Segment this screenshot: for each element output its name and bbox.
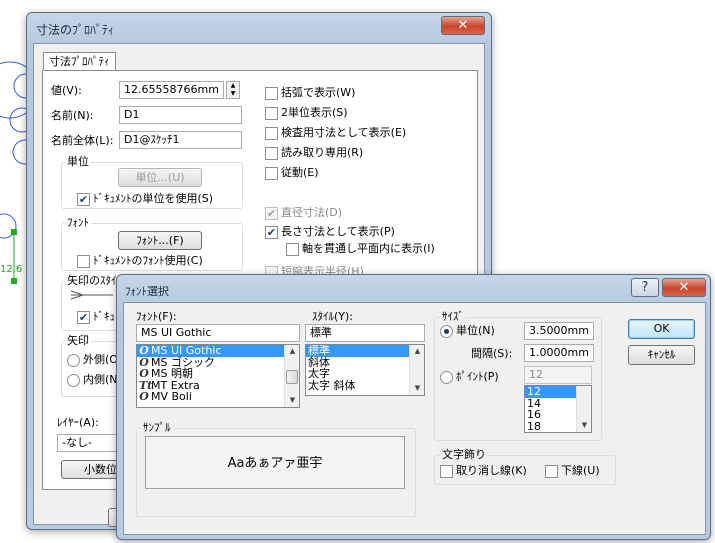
spacing-input[interactable]: 1.0000mm xyxy=(524,344,594,362)
units-group-label: 単位 xyxy=(65,155,91,168)
font-button[interactable]: ﾌｫﾝﾄ...(F) xyxy=(118,231,202,250)
arrow-inside-label: 内側(N xyxy=(83,373,118,386)
list-item-label: 太字 斜体 xyxy=(308,378,356,392)
sample-preview: Aaあぁアァ亜宇 xyxy=(145,436,405,489)
dialog-title: 寸法のﾌﾟﾛﾊﾟﾃｨ xyxy=(36,23,115,37)
strikethrough-label: 取り消し線(K) xyxy=(456,464,527,477)
list-item[interactable]: 太字 斜体 xyxy=(306,380,424,392)
arrow-doc-checkbox[interactable]: ✔ xyxy=(77,311,90,324)
cancel-button[interactable]: ｷｬﾝｾﾙ xyxy=(628,345,695,365)
strikethrough-checkbox[interactable] xyxy=(440,465,453,478)
font-type-icon: O xyxy=(139,390,149,403)
length-label: 長さ寸法として表示(P) xyxy=(281,225,395,238)
paren-label: 括弧で表示(W) xyxy=(281,86,356,99)
font-dialog-close-button[interactable]: ✕ xyxy=(662,278,706,297)
spacing-label: 間隔(S): xyxy=(471,347,513,360)
arrow-group-label: 矢印 xyxy=(65,334,91,347)
list-item-label: MV Boli xyxy=(151,390,192,403)
use-doc-units-label: ﾄﾞｷｭﾒﾝﾄの単位を使用(S) xyxy=(93,192,214,205)
inspect-checkbox[interactable] xyxy=(265,127,278,140)
fullname-input[interactable]: D1@ｽｹｯﾁ1 xyxy=(119,131,242,149)
tab-dimension-properties[interactable]: 寸法ﾌﾟﾛﾊﾟﾃｨ xyxy=(43,52,116,71)
point-label: ﾎﾟｲﾝﾄ(P) xyxy=(456,370,499,383)
layer-label: ﾚｲﾔｰ(A): xyxy=(57,416,99,429)
units-button[interactable]: 単位...(U) xyxy=(118,168,202,187)
use-doc-units-checkbox[interactable]: ✔ xyxy=(77,193,90,206)
axis-label: 軸を貫通し平面内に表示(I) xyxy=(302,242,435,255)
effects-group-label: 文字飾り xyxy=(440,448,488,461)
fullname-label: 名前全体(L): xyxy=(51,134,114,147)
arrow-doc-label: ﾄﾞｷｭ xyxy=(93,310,115,323)
use-doc-font-label: ﾄﾞｷｭﾒﾝﾄのﾌｫﾝﾄ使用(C) xyxy=(93,254,203,267)
unit-radio[interactable] xyxy=(440,325,453,338)
inspect-label: 検査用寸法として表示(E) xyxy=(281,126,407,139)
underline-label: 下線(U) xyxy=(561,464,600,477)
scroll-down-icon[interactable]: ▼ xyxy=(285,394,299,407)
value-input[interactable]: 12.65558766mm xyxy=(119,81,224,99)
size-group-label: ｻｲｽﾞ xyxy=(440,310,466,323)
font-select-dialog: ﾌｫﾝﾄ選択 ? ✕ ﾌｫﾝﾄ(F): MS UI Gothic O MS UI … xyxy=(116,274,711,540)
dual-label: 2単位表示(S) xyxy=(281,106,348,119)
readonly-checkbox[interactable] xyxy=(265,147,278,160)
font-input[interactable]: MS UI Gothic xyxy=(136,324,300,342)
close-button[interactable]: ✕ xyxy=(441,16,485,35)
style-scroll-down-icon[interactable]: ▼ xyxy=(410,382,424,395)
arrow-outside-label: 外側(O xyxy=(83,353,118,366)
point-input[interactable]: 12 xyxy=(524,366,592,384)
arrow-style-icon xyxy=(70,290,113,300)
unit-input[interactable]: 3.5000mm xyxy=(524,322,594,340)
use-doc-font-checkbox[interactable] xyxy=(77,255,90,268)
ok-button[interactable]: OK xyxy=(628,319,695,339)
list-item[interactable]: O MV Boli xyxy=(137,391,299,403)
font-type-icon: Tt xyxy=(139,378,153,392)
style-input[interactable]: 標準 xyxy=(305,324,425,342)
font-type-icon: O xyxy=(139,355,149,369)
axis-checkbox[interactable] xyxy=(286,243,299,256)
scroll-up-icon[interactable]: ▲ xyxy=(285,345,299,358)
dual-checkbox[interactable] xyxy=(265,107,278,120)
font-dialog-title: ﾌｫﾝﾄ選択 xyxy=(125,285,169,298)
diameter-checkbox[interactable]: ✔ xyxy=(265,207,278,220)
font-group-label: ﾌｫﾝﾄ xyxy=(65,216,91,229)
value-label: 値(V): xyxy=(51,84,82,97)
help-button[interactable]: ? xyxy=(631,278,659,297)
arrow-inside-radio[interactable] xyxy=(67,374,80,387)
value-spinner[interactable]: ▲ ▼ xyxy=(226,81,240,99)
point-radio[interactable] xyxy=(440,371,453,384)
scroll-thumb[interactable] xyxy=(286,370,298,384)
style-label: ｽﾀｲﾙ(Y): xyxy=(312,310,354,323)
style-list-scrollbar[interactable]: ▲ ▼ xyxy=(409,345,424,395)
length-checkbox[interactable]: ✔ xyxy=(265,226,278,239)
diameter-label: 直径寸法(D) xyxy=(281,206,343,219)
font-label: ﾌｫﾝﾄ(F): xyxy=(136,310,177,323)
name-label: 名前(N): xyxy=(51,109,94,122)
sketch-dimension-label: 12.6 xyxy=(0,264,23,275)
style-list[interactable]: 標準 斜体 太字 太字 斜体 ▲ ▼ xyxy=(305,344,425,396)
sample-group-label: ｻﾝﾌﾟﾙ xyxy=(141,421,173,434)
unit-label: 単位(N) xyxy=(456,324,495,337)
paren-checkbox[interactable] xyxy=(265,87,278,100)
underline-checkbox[interactable] xyxy=(545,465,558,478)
font-type-icon: O xyxy=(139,344,149,357)
point-scroll-down-icon[interactable]: ▼ xyxy=(577,419,591,432)
driven-label: 従動(E) xyxy=(281,166,319,179)
font-list[interactable]: O MS UI Gothic O MS ゴシック O MS 明朝 TtMT Extra O MV… xyxy=(136,344,300,408)
point-list-scrollbar[interactable]: ▼ xyxy=(576,386,591,432)
list-item-label: 18 xyxy=(527,419,541,433)
point-list[interactable]: 12 14 16 18 ▼ xyxy=(524,385,592,433)
font-list-scrollbar[interactable]: ▲ ▼ xyxy=(284,345,299,407)
style-scroll-up-icon[interactable]: ▲ xyxy=(410,345,424,358)
font-type-icon: O xyxy=(139,367,149,380)
driven-checkbox[interactable] xyxy=(265,167,278,180)
arrow-outside-radio[interactable] xyxy=(67,354,80,367)
readonly-label: 読み取り専用(R) xyxy=(281,146,364,159)
name-input[interactable]: D1 xyxy=(119,106,242,124)
font-dialog-body: ﾌｫﾝﾄ(F): MS UI Gothic O MS UI Gothic O MS ゴ… xyxy=(123,302,706,535)
